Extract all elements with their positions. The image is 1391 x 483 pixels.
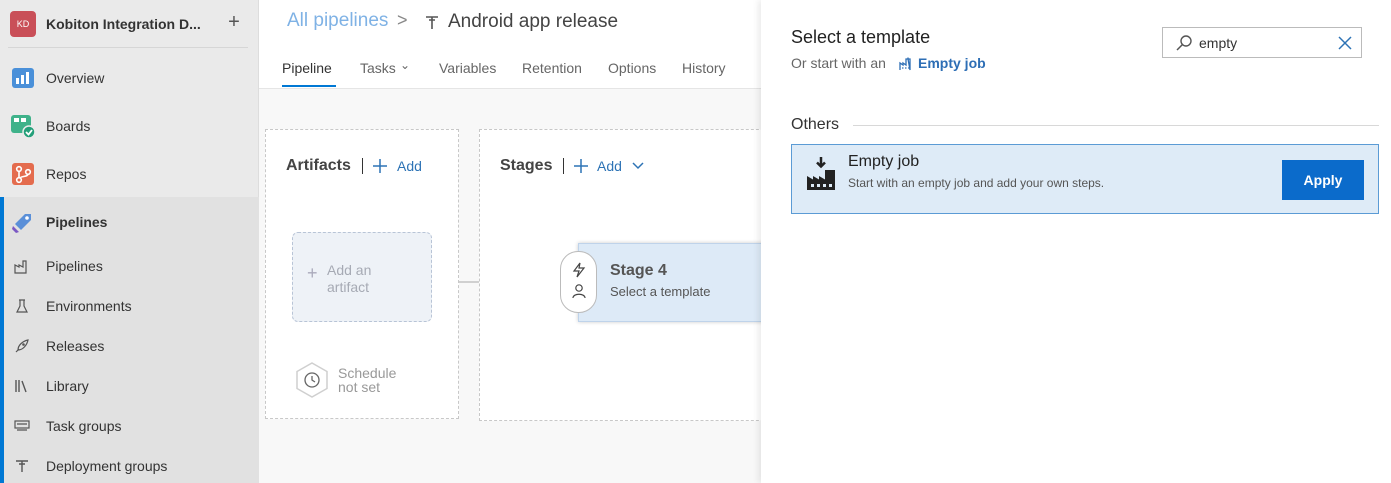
artifacts-title: Artifacts: [286, 157, 351, 174]
or-start-text: Or start with an: [791, 55, 886, 71]
subnav-environments-label: Environments: [46, 298, 132, 314]
stages-divider: [563, 158, 564, 174]
subnav-deployment-groups-label: Deployment groups: [46, 458, 168, 474]
left-sidebar: KD Kobiton Integration D... + Overview B…: [0, 0, 259, 483]
add-artifact-link[interactable]: Add: [397, 158, 422, 174]
subnav-library[interactable]: Library: [0, 366, 259, 406]
org-name[interactable]: Kobiton Integration D...: [46, 16, 201, 32]
template-panel: Select a template Or start with an Empty…: [761, 0, 1391, 483]
pipeline-editor: All pipelines > Android app release Pipe…: [259, 0, 761, 483]
new-project-button[interactable]: +: [224, 10, 244, 34]
subnav-pipelines-label: Pipelines: [46, 258, 103, 274]
environments-icon: [16, 299, 28, 313]
template-description: Start with an empty job and add your own…: [848, 176, 1105, 190]
add-artifact-placeholder[interactable]: + Add an artifact: [292, 232, 432, 322]
close-icon[interactable]: [1337, 35, 1353, 51]
releases-icon: [15, 339, 29, 353]
nav-repos[interactable]: Repos: [0, 153, 259, 193]
plus-icon: +: [307, 263, 318, 283]
subnav-releases[interactable]: Releases: [0, 326, 259, 366]
apply-button[interactable]: Apply: [1282, 160, 1364, 200]
empty-job-icon[interactable]: [899, 57, 913, 71]
subnav-task-groups[interactable]: Task groups: [0, 406, 259, 446]
panel-title: Select a template: [791, 27, 931, 47]
repos-icon: [12, 163, 34, 185]
overview-icon: [12, 68, 34, 88]
chevron-down-icon[interactable]: ⌄: [400, 58, 410, 72]
subnav-pipelines[interactable]: Pipelines: [0, 246, 259, 286]
tab-pipeline[interactable]: Pipeline: [282, 60, 332, 76]
tab-tasks[interactable]: Tasks: [360, 60, 396, 76]
nav-boards[interactable]: Boards: [0, 105, 259, 145]
subnav-deployment-groups[interactable]: Deployment groups: [0, 446, 259, 483]
boards-icon: [11, 115, 36, 139]
org-divider: [8, 47, 248, 48]
nav-boards-label: Boards: [46, 118, 91, 134]
add-stage-link[interactable]: Add: [597, 158, 622, 174]
nav-overview-label: Overview: [46, 70, 105, 86]
template-search[interactable]: [1162, 27, 1362, 58]
subnav-releases-label: Releases: [46, 338, 105, 354]
page-title: Android app release: [448, 11, 619, 32]
stages-title: Stages: [500, 157, 553, 174]
schedule-status[interactable]: Schedule not set: [338, 366, 418, 394]
person-icon[interactable]: [571, 283, 587, 299]
template-name: Empty job: [848, 153, 920, 170]
nav-repos-label: Repos: [46, 166, 87, 182]
nav-pipelines-label: Pipelines: [46, 214, 108, 230]
schedule-clock-icon[interactable]: [295, 362, 329, 398]
stage-card[interactable]: [578, 243, 761, 322]
pipelines-icon: [12, 214, 31, 233]
factory-icon: [807, 157, 835, 190]
tab-variables[interactable]: Variables: [439, 60, 496, 76]
release-pipeline-icon: [426, 16, 438, 29]
add-artifact-text: Add an artifact: [327, 262, 372, 295]
subnav-library-label: Library: [46, 378, 89, 394]
lightning-icon[interactable]: [571, 262, 587, 278]
search-icon: [1176, 35, 1192, 51]
org-header[interactable]: KD Kobiton Integration D... +: [0, 0, 259, 48]
tab-options[interactable]: Options: [608, 60, 656, 76]
org-avatar: KD: [10, 11, 36, 37]
nav-pipelines[interactable]: Pipelines: [0, 201, 259, 241]
chevron-down-icon[interactable]: [632, 161, 644, 171]
active-tab-underline: [282, 85, 336, 87]
section-divider: [853, 125, 1379, 126]
add-artifact-plus-icon[interactable]: [372, 158, 388, 174]
breadcrumb-separator: >: [397, 10, 408, 30]
add-stage-plus-icon[interactable]: [573, 158, 589, 174]
nav-overview[interactable]: Overview: [0, 57, 259, 97]
artifacts-divider: [362, 158, 363, 174]
tab-retention[interactable]: Retention: [522, 60, 582, 76]
empty-job-link[interactable]: Empty job: [918, 55, 986, 71]
subnav-environments[interactable]: Environments: [0, 286, 259, 326]
deployment-groups-icon: [16, 460, 28, 472]
breadcrumb-all-pipelines[interactable]: All pipelines: [287, 10, 388, 32]
subnav-task-groups-label: Task groups: [46, 418, 122, 434]
section-others: Others: [791, 116, 840, 133]
pipeline-factory-icon: [14, 260, 27, 274]
tab-history[interactable]: History: [682, 60, 726, 76]
stage-subtitle: Select a template: [610, 284, 711, 299]
stage-name: Stage 4: [610, 262, 667, 279]
search-input[interactable]: [1199, 33, 1329, 53]
template-card-empty-job[interactable]: Empty job Start with an empty job and ad…: [791, 144, 1379, 214]
library-icon: [15, 380, 27, 393]
task-groups-icon: [14, 420, 30, 431]
stage-triggers[interactable]: [560, 251, 597, 313]
